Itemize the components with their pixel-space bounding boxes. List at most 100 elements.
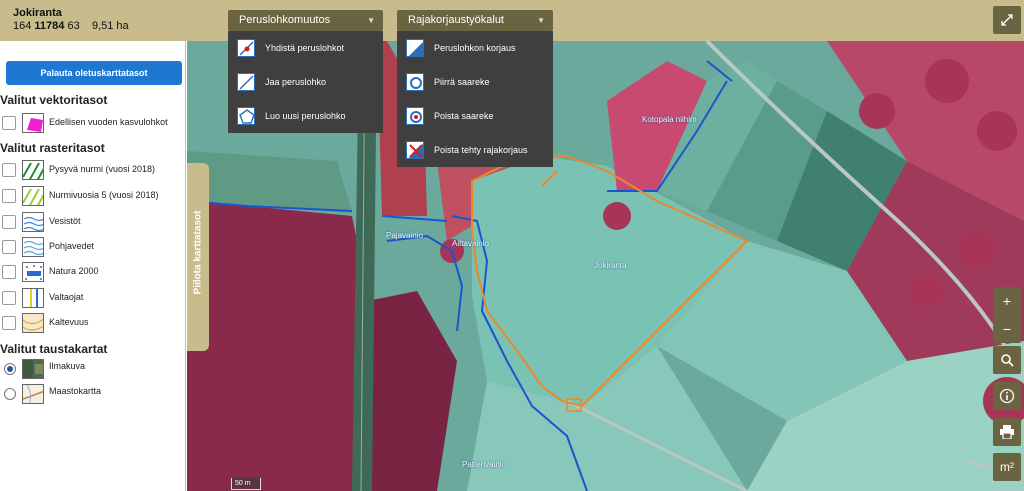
merge-parcels-icon — [237, 39, 255, 57]
parcel-info: Jokiranta 164 11784 63 9,51 ha — [13, 7, 129, 32]
layer-checkbox[interactable] — [2, 316, 16, 330]
topographic-map-thumbnail-icon — [22, 384, 44, 404]
map-label-aittavainio: Aittavainio — [452, 239, 489, 248]
kasvulohkot-legend-icon — [22, 113, 44, 133]
map-label-patterivainio: Patterivainio — [462, 460, 507, 469]
parcel-area: 9,51 ha — [91, 20, 129, 32]
background-radio[interactable] — [4, 388, 16, 400]
layer-checkbox[interactable] — [2, 116, 16, 130]
layer-item-kasvulohkot[interactable]: Edellisen vuoden kasvulohkot — [0, 113, 186, 135]
green-hatch-legend-icon — [22, 160, 44, 180]
chevron-down-icon: ▼ — [537, 16, 545, 25]
groundwater-waves-legend-icon — [22, 237, 44, 257]
measure-area-icon: m² — [1000, 460, 1014, 474]
printer-icon — [1000, 425, 1014, 440]
peruslohkomuutos-label: Peruslohkomuutos — [239, 14, 331, 26]
layer-checkbox[interactable] — [2, 265, 16, 279]
parcel-id-main: 11784 — [34, 20, 65, 32]
peruslohkomuutos-menu: Yhdistä peruslohkot Jaa peruslohko Luo u… — [228, 31, 383, 133]
map-label-pajavainio: Pajavainio — [386, 231, 423, 240]
menu-item-piirra-saareke[interactable]: Piirrä saareke — [397, 65, 553, 99]
search-button[interactable] — [993, 346, 1021, 374]
peruslohkomuutos-dropdown[interactable]: Peruslohkomuutos ▼ — [228, 10, 383, 31]
layer-label: Nurmivuosia 5 (vuosi 2018) — [49, 190, 159, 200]
menu-item-poista-saareke[interactable]: Poista saareke — [397, 99, 553, 133]
background-maps-title: Valitut taustakartat — [0, 342, 108, 356]
menu-item-poista-korjaus[interactable]: Poista tehty rajakorjaus — [397, 133, 553, 167]
map-label-kotopala: Kotopala niihim — [642, 115, 697, 124]
rajakorjaustyokalut-dropdown[interactable]: Rajakorjaustyökalut ▼ — [397, 10, 553, 31]
menu-item-yhdista[interactable]: Yhdistä peruslohkot — [228, 31, 383, 65]
zoom-in-button[interactable]: + — [993, 287, 1021, 315]
menu-item-label: Poista tehty rajakorjaus — [434, 145, 528, 155]
layer-label: Vesistöt — [49, 216, 81, 226]
info-icon — [999, 388, 1015, 404]
hide-layers-label: Piilota karttatasot — [192, 210, 204, 295]
reset-layers-button[interactable]: Palauta oletuskarttatasot — [6, 61, 182, 85]
layer-label: Ilmakuva — [49, 361, 86, 371]
measure-area-button[interactable]: m² — [993, 453, 1021, 481]
menu-item-label: Jaa peruslohko — [265, 77, 327, 87]
parcel-id-line: 164 11784 63 9,51 ha — [13, 20, 129, 32]
menu-item-label: Peruslohkon korjaus — [434, 43, 516, 53]
zoom-out-button[interactable]: − — [993, 315, 1021, 343]
layer-item-pohjavedet[interactable]: Pohjavedet — [0, 237, 186, 259]
new-parcel-icon — [237, 107, 255, 125]
map-label-jokiranta: Jokiranta — [594, 261, 627, 270]
rajakorjaustyokalut-menu: Peruslohkon korjaus Piirrä saareke Poist… — [397, 31, 553, 167]
remove-island-icon — [406, 107, 424, 125]
layer-checkbox[interactable] — [2, 189, 16, 203]
chevron-down-icon: ▼ — [367, 16, 375, 25]
slope-legend-icon — [22, 313, 44, 333]
parcel-name: Jokiranta — [13, 7, 62, 19]
layer-label: Kaltevuus — [49, 317, 89, 327]
layer-label: Pohjavedet — [49, 241, 95, 251]
layer-label: Natura 2000 — [49, 266, 99, 276]
layer-checkbox[interactable] — [2, 291, 16, 305]
layer-item-valtaojat[interactable]: Valtaojat — [0, 288, 186, 310]
split-parcel-icon — [237, 73, 255, 91]
layer-item-kaltevuus[interactable]: Kaltevuus — [0, 313, 186, 335]
layer-label: Valtaojat — [49, 292, 84, 302]
layer-item-maastokartta[interactable]: Maastokartta — [0, 384, 186, 406]
menu-item-jaa[interactable]: Jaa peruslohko — [228, 65, 383, 99]
collapse-arrows-icon — [1001, 14, 1013, 26]
menu-item-label: Yhdistä peruslohkot — [265, 43, 345, 53]
print-button[interactable] — [993, 418, 1021, 446]
ditch-lines-legend-icon — [22, 288, 44, 308]
info-button[interactable] — [993, 382, 1021, 410]
layer-checkbox[interactable] — [2, 163, 16, 177]
search-icon — [1001, 354, 1014, 367]
layer-item-pysyva-nurmi[interactable]: Pysyvä nurmi (vuosi 2018) — [0, 160, 186, 182]
menu-item-label: Luo uusi peruslohko — [265, 111, 346, 121]
minus-icon: − — [1002, 321, 1012, 337]
water-waves-legend-icon — [22, 212, 44, 232]
layer-item-nurmivuosia[interactable]: Nurmivuosia 5 (vuosi 2018) — [0, 186, 186, 208]
menu-item-label: Poista saareke — [434, 111, 494, 121]
layer-sidebar: Palauta oletuskarttatasot Valitut vektor… — [0, 41, 186, 491]
layer-item-vesistot[interactable]: Vesistöt — [0, 212, 186, 234]
layer-label: Edellisen vuoden kasvulohkot — [49, 117, 168, 127]
undo-fix-icon — [406, 141, 424, 159]
menu-item-korjaus[interactable]: Peruslohkon korjaus — [397, 31, 553, 65]
raster-layers-title: Valitut rasteritasot — [0, 141, 105, 155]
hide-layers-tab[interactable]: Piilota karttatasot — [187, 163, 209, 351]
menu-item-luo-uusi[interactable]: Luo uusi peruslohko — [228, 99, 383, 133]
fix-boundary-icon — [406, 39, 424, 57]
layer-label: Pysyvä nurmi (vuosi 2018) — [49, 164, 156, 174]
layer-item-natura[interactable]: Natura 2000 — [0, 262, 186, 284]
layer-checkbox[interactable] — [2, 215, 16, 229]
yellowgreen-hatch-legend-icon — [22, 186, 44, 206]
vector-layers-title: Valitut vektoritasot — [0, 93, 108, 107]
layer-item-ilmakuva[interactable]: Ilmakuva — [0, 359, 186, 381]
parcel-id-prefix: 164 — [13, 20, 32, 32]
natura-legend-icon — [22, 262, 44, 282]
collapse-arrows-button[interactable] — [993, 6, 1021, 34]
rajakorjaustyokalut-label: Rajakorjaustyökalut — [408, 14, 504, 26]
background-radio[interactable] — [4, 363, 16, 375]
aerial-photo-thumbnail-icon — [22, 359, 44, 379]
layer-label: Maastokartta — [49, 386, 102, 396]
layer-checkbox[interactable] — [2, 240, 16, 254]
scale-bar: 50 m — [231, 478, 261, 490]
draw-island-icon — [406, 73, 424, 91]
